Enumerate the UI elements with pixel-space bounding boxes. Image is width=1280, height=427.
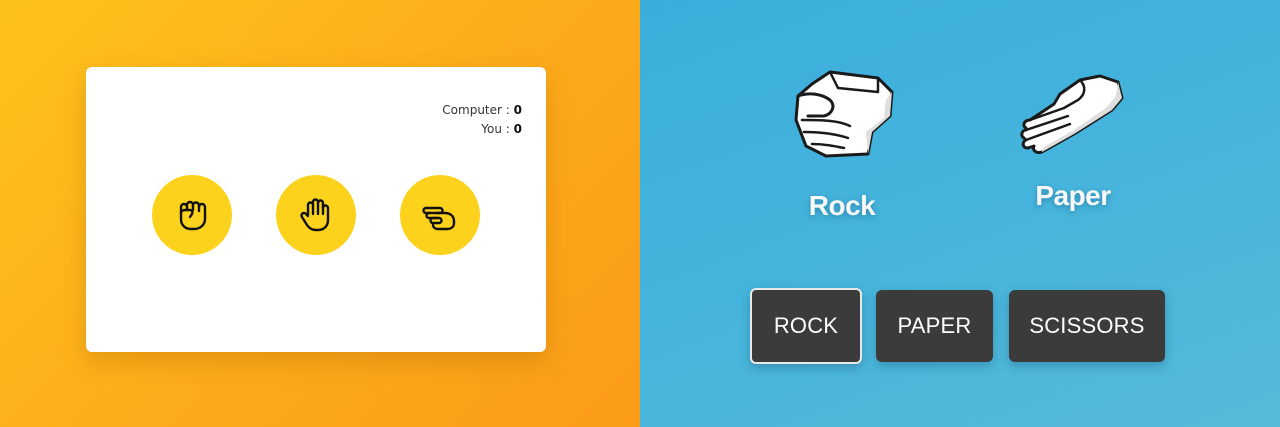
paper-choice-button[interactable]: [276, 175, 356, 255]
scissors-choice-button[interactable]: [400, 175, 480, 255]
rock-hand-icon: [179, 200, 207, 231]
you-score-row: You : 0: [442, 120, 522, 139]
you-score-label: You :: [481, 122, 510, 136]
computer-score-value: 0: [513, 103, 522, 117]
computer-hand: Paper: [1020, 74, 1126, 212]
computer-score-row: Computer : 0: [442, 101, 522, 120]
paper-hand-icon: [300, 198, 330, 232]
scissors-button[interactable]: SCISSORS: [1009, 290, 1165, 362]
paper-button[interactable]: PAPER: [876, 290, 993, 362]
rock-button[interactable]: ROCK: [750, 288, 862, 364]
scoreboard: Computer : 0 You : 0: [442, 101, 522, 139]
scissors-hand-icon: [422, 206, 456, 231]
right-game-panel: Rock Paper ROCK PAPER SCISSORS: [640, 0, 1280, 427]
computer-hand-label: Paper: [1035, 180, 1111, 211]
you-score-value: 0: [513, 122, 522, 136]
rock-choice-button[interactable]: [152, 175, 232, 255]
player-hand-label: Rock: [808, 190, 876, 221]
game-card: Computer : 0 You : 0: [86, 67, 546, 352]
player-hand: Rock: [790, 66, 894, 222]
computer-score-label: Computer :: [442, 103, 510, 117]
rock-fist-icon: [794, 70, 894, 158]
left-game-panel: Computer : 0 You : 0: [0, 0, 640, 427]
paper-hand-icon: [1020, 74, 1124, 154]
